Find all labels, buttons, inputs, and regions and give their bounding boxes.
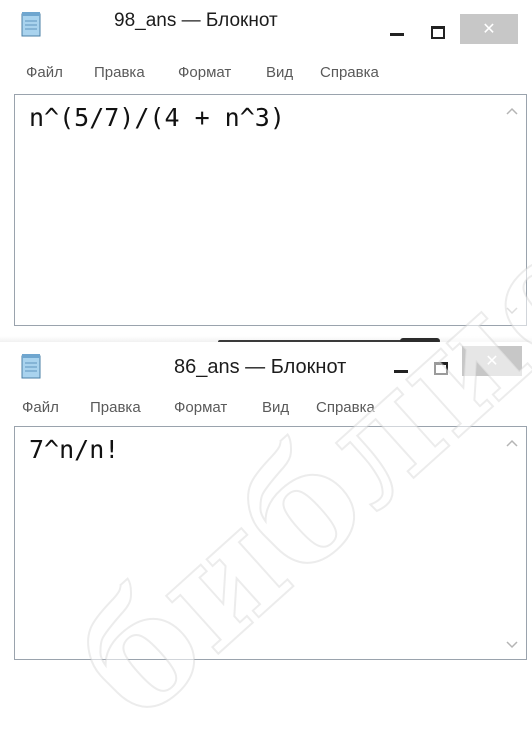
menu-edit[interactable]: Правка <box>94 64 145 81</box>
menu-help[interactable]: Справка <box>316 399 375 416</box>
scroll-down-arrow-icon[interactable] <box>506 307 518 315</box>
minimize-button[interactable] <box>394 370 408 373</box>
window-title: 86_ans — Блокнот <box>174 356 347 378</box>
text-editor-area[interactable]: 7^n/n! <box>14 426 527 660</box>
menu-view[interactable]: Вид <box>262 399 289 416</box>
title-bar[interactable]: 98_ans — Блокнот ✕ <box>0 0 532 44</box>
editor-content[interactable]: n^(5/7)/(4 + n^3) <box>29 103 285 132</box>
maximize-button[interactable] <box>431 26 445 39</box>
minimize-button[interactable] <box>390 33 404 36</box>
menu-bar: Файл Правка Формат Вид Справка <box>0 399 532 427</box>
notepad-icon <box>21 12 41 37</box>
menu-format[interactable]: Формат <box>174 399 227 416</box>
menu-file[interactable]: Файл <box>22 399 59 416</box>
close-button[interactable]: ✕ <box>460 14 518 44</box>
menu-view[interactable]: Вид <box>266 64 293 81</box>
window-title: 98_ans — Блокнот <box>114 10 278 31</box>
menu-bar: Файл Правка Формат Вид Справка <box>0 64 532 92</box>
menu-help[interactable]: Справка <box>320 64 379 81</box>
text-editor-area[interactable]: n^(5/7)/(4 + n^3) <box>14 94 527 326</box>
title-bar[interactable]: 86_ans — Блокнот ✕ <box>0 342 532 388</box>
menu-file[interactable]: Файл <box>26 64 63 81</box>
scroll-down-arrow-icon[interactable] <box>506 641 518 649</box>
scroll-up-arrow-icon[interactable] <box>506 107 518 115</box>
editor-content[interactable]: 7^n/n! <box>29 435 119 464</box>
maximize-button[interactable] <box>434 362 448 375</box>
close-button[interactable]: ✕ <box>462 346 522 376</box>
menu-format[interactable]: Формат <box>178 64 231 81</box>
scroll-up-arrow-icon[interactable] <box>506 439 518 447</box>
notepad-window-98: 98_ans — Блокнот ✕ Файл Правка Формат Ви… <box>0 0 532 342</box>
menu-edit[interactable]: Правка <box>90 399 141 416</box>
notepad-window-86: 86_ans — Блокнот ✕ Файл Правка Формат Ви… <box>0 342 532 663</box>
notepad-icon <box>21 354 41 379</box>
